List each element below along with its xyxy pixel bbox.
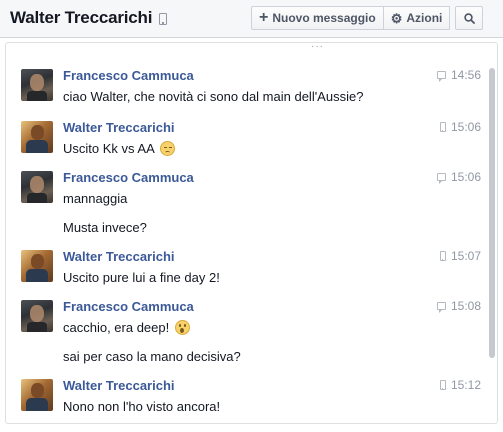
message-time: 15:12 xyxy=(439,378,481,392)
avatar[interactable] xyxy=(21,250,53,282)
conversation-header: Walter Treccarichi + Nuovo messaggio ⚙ A… xyxy=(0,0,503,38)
message-text: Uscito Kk vs AA xyxy=(63,141,175,156)
timestamp: 15:07 xyxy=(450,249,481,263)
sender-name[interactable]: Walter Treccarichi xyxy=(63,249,175,264)
avatar[interactable] xyxy=(21,69,53,101)
avatar[interactable] xyxy=(21,121,53,153)
avatar[interactable] xyxy=(21,171,53,203)
load-more-dots-icon[interactable]: ··· xyxy=(311,43,324,52)
timestamp: 15:08 xyxy=(450,299,481,313)
sender-name[interactable]: Walter Treccarichi xyxy=(63,378,175,393)
message-text: Uscito pure lui a fine day 2! xyxy=(63,270,220,285)
search-button[interactable] xyxy=(455,6,484,30)
message-text: Nono non l'ho visto ancora! xyxy=(63,399,221,414)
actions-button[interactable]: ⚙ Azioni xyxy=(383,6,451,30)
message-time: 15:06 xyxy=(436,170,481,184)
mobile-icon xyxy=(439,380,446,390)
new-message-label: Nuovo messaggio xyxy=(272,11,376,25)
message-text: Musta invece? xyxy=(63,220,147,235)
chat-icon xyxy=(436,173,446,184)
conversation-title[interactable]: Walter Treccarichi xyxy=(10,8,152,28)
timestamp: 15:06 xyxy=(450,170,481,184)
message-time: 15:07 xyxy=(439,249,481,263)
message-text: mannaggia xyxy=(63,191,128,206)
chat-icon xyxy=(436,71,446,82)
sender-name[interactable]: Francesco Cammuca xyxy=(63,170,194,185)
sender-name[interactable]: Francesco Cammuca xyxy=(63,299,194,314)
actions-label: Azioni xyxy=(406,11,443,25)
pensive-face-icon xyxy=(159,141,175,156)
toolbar: + Nuovo messaggio ⚙ Azioni xyxy=(251,6,484,30)
message-time: 15:06 xyxy=(439,120,481,134)
plus-icon: + xyxy=(259,9,269,26)
avatar[interactable] xyxy=(21,379,53,411)
message-text: cacchio, era deep! xyxy=(63,320,190,335)
message-text: sai per caso la mano decisiva? xyxy=(63,349,241,364)
scrollbar-thumb[interactable] xyxy=(489,68,495,358)
mobile-icon xyxy=(159,13,168,25)
mobile-icon xyxy=(439,251,446,261)
gasp-face-icon xyxy=(174,320,190,335)
timestamp: 14:56 xyxy=(450,68,481,82)
avatar[interactable] xyxy=(21,300,53,332)
title-wrap: Walter Treccarichi xyxy=(10,8,168,28)
message-text: ciao Walter, che novità ci sono dal main… xyxy=(63,89,364,104)
search-icon xyxy=(464,12,475,24)
timestamp: 15:06 xyxy=(450,120,481,134)
timestamp: 15:12 xyxy=(450,378,481,392)
gear-icon: ⚙ xyxy=(390,10,403,26)
message-text-content: Uscito Kk vs AA xyxy=(63,141,155,156)
new-message-button[interactable]: + Nuovo messaggio xyxy=(251,6,384,30)
message-panel[interactable]: ··· Francesco Cammuca ciao Walter, che n… xyxy=(5,42,498,424)
message-text-content: cacchio, era deep! xyxy=(63,320,170,335)
chat-icon xyxy=(436,302,446,313)
mobile-icon xyxy=(439,122,446,132)
sender-name[interactable]: Walter Treccarichi xyxy=(63,120,175,135)
message-time: 15:08 xyxy=(436,299,481,313)
message-time: 14:56 xyxy=(436,68,481,82)
sender-name[interactable]: Francesco Cammuca xyxy=(63,68,194,83)
